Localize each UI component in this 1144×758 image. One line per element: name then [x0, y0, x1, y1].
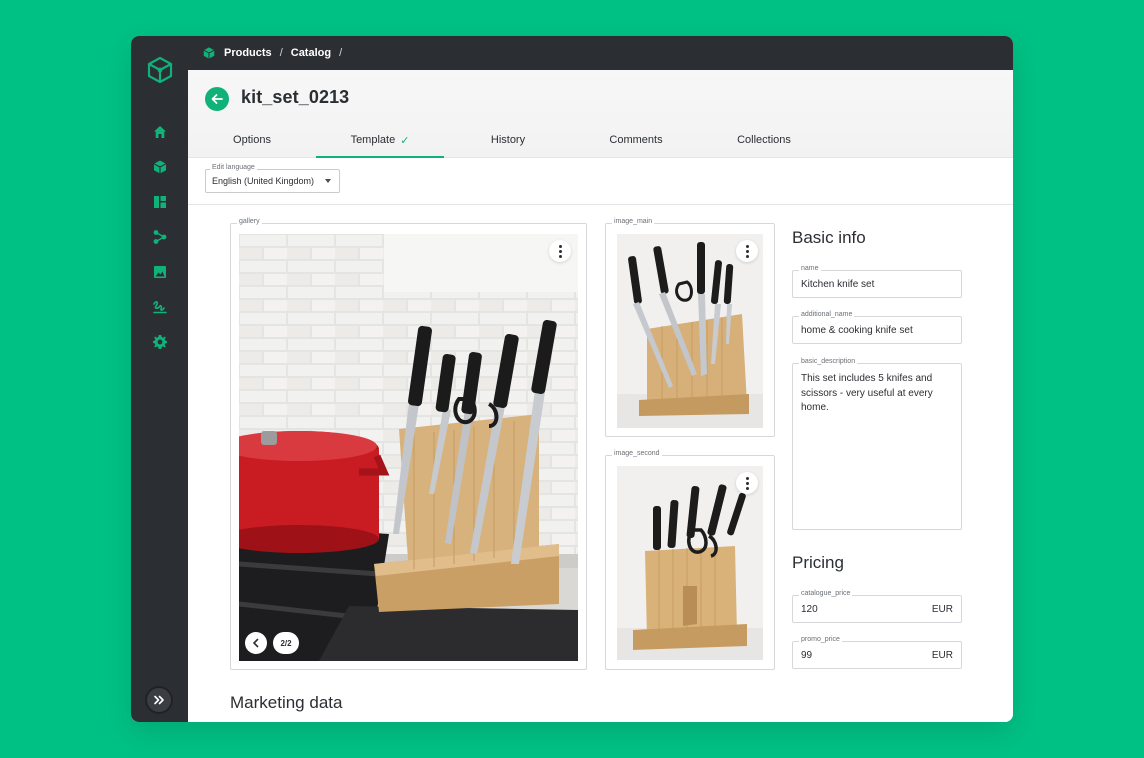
sidebar	[131, 36, 188, 722]
basic-description-field-value: This set includes 5 knifes and scissors …	[801, 373, 933, 413]
knife-set-photo	[239, 234, 578, 661]
sidebar-item-products[interactable]	[131, 149, 188, 184]
breadcrumb-separator: /	[279, 47, 283, 59]
additional-name-field[interactable]: additional_name home & cooking knife set	[792, 311, 962, 344]
language-select-label: Edit language	[210, 164, 257, 171]
product-cube-icon	[153, 160, 166, 173]
marketing-data-heading: Marketing data	[230, 693, 343, 712]
basic-info-heading: Basic info	[792, 228, 866, 247]
tab-label: Template	[350, 134, 396, 146]
catalogue-price-field[interactable]: catalogue_price 120 EUR	[792, 590, 962, 623]
tab-label: History	[490, 134, 526, 146]
gallery-more-button[interactable]	[549, 240, 571, 262]
tab-bar: Options Template ✓ History Comments Colle…	[188, 122, 1013, 158]
promo-price-currency: EUR	[931, 650, 953, 661]
catalogue-price-label: catalogue_price	[799, 590, 853, 597]
promo-price-value: 99	[801, 650, 813, 661]
dashboard-icon	[153, 195, 166, 208]
image-main-legend: image_main	[612, 218, 655, 225]
image-main-more-button[interactable]	[736, 240, 758, 262]
catalogue-price-value: 120	[801, 604, 818, 615]
additional-name-field-label: additional_name	[799, 311, 855, 318]
breadcrumb-separator: /	[339, 47, 343, 59]
sidebar-item-home[interactable]	[131, 114, 188, 149]
sidebar-item-signature[interactable]	[131, 289, 188, 324]
knife-block-photo	[617, 234, 763, 428]
sidebar-expand-button[interactable]	[147, 688, 171, 712]
sidebar-item-settings[interactable]	[131, 324, 188, 359]
breadcrumb: Products / Catalog /	[188, 36, 1013, 70]
pricing-heading: Pricing	[792, 553, 844, 572]
gallery-fieldset: gallery 2/2	[230, 218, 587, 670]
tab-template[interactable]: Template ✓	[316, 122, 444, 158]
name-field-value: Kitchen knife set	[801, 279, 875, 290]
template-content: gallery 2/2 image_main image_second Basi…	[188, 206, 1013, 722]
tab-label: Comments	[609, 134, 663, 146]
product-cube-icon	[203, 47, 215, 59]
image-main[interactable]	[617, 234, 763, 428]
breadcrumb-item-products[interactable]: Products	[224, 47, 272, 59]
settings-gear-icon	[152, 334, 167, 349]
tab-label: Options	[233, 134, 271, 146]
language-select[interactable]: Edit language English (United Kingdom)	[205, 164, 340, 193]
tab-history[interactable]: History	[444, 122, 572, 158]
chevron-left-icon	[253, 638, 259, 648]
language-bar: Edit language English (United Kingdom)	[188, 158, 1013, 205]
gallery-counter: 2/2	[273, 632, 299, 654]
image-main-fieldset: image_main	[605, 218, 775, 437]
sidebar-item-workflow[interactable]	[131, 219, 188, 254]
tab-comments[interactable]: Comments	[572, 122, 700, 158]
back-button[interactable]	[205, 87, 229, 111]
app-window: Products / Catalog / kit_set_0213 Option…	[131, 36, 1013, 722]
sidebar-nav	[131, 114, 188, 359]
image-icon	[153, 265, 166, 278]
tab-label: Collections	[737, 134, 791, 146]
promo-price-label: promo_price	[799, 636, 842, 643]
arrow-left-icon	[211, 94, 223, 104]
gallery-legend: gallery	[237, 218, 262, 225]
tab-options[interactable]: Options	[188, 122, 316, 158]
caret-down-icon	[325, 179, 331, 183]
app-logo-icon[interactable]	[146, 56, 174, 84]
double-chevron-right-icon	[154, 695, 164, 705]
sidebar-item-media[interactable]	[131, 254, 188, 289]
gallery-prev-button[interactable]	[245, 632, 267, 654]
image-second-legend: image_second	[612, 450, 662, 457]
image-second-more-button[interactable]	[736, 472, 758, 494]
workflow-icon	[153, 229, 166, 244]
page-title: kit_set_0213	[241, 87, 350, 107]
catalogue-price-currency: EUR	[931, 604, 953, 615]
home-icon	[153, 125, 166, 138]
gallery-image[interactable]	[239, 234, 578, 661]
basic-description-field-label: basic_description	[799, 358, 858, 365]
basic-description-field[interactable]: basic_description This set includes 5 kn…	[792, 358, 962, 530]
knife-block-photo	[617, 466, 763, 660]
name-field[interactable]: name Kitchen knife set	[792, 265, 962, 298]
check-icon: ✓	[400, 134, 410, 147]
breadcrumb-item-catalog[interactable]: Catalog	[291, 47, 331, 59]
additional-name-field-value: home & cooking knife set	[801, 325, 913, 336]
signature-icon	[152, 300, 167, 313]
sidebar-item-dashboard[interactable]	[131, 184, 188, 219]
name-field-label: name	[799, 265, 821, 272]
language-select-value: English (United Kingdom)	[212, 176, 315, 186]
promo-price-field[interactable]: promo_price 99 EUR	[792, 636, 962, 669]
page-header: kit_set_0213 Options Template ✓ History C…	[188, 70, 1013, 158]
image-second[interactable]	[617, 466, 763, 660]
tab-collections[interactable]: Collections	[700, 122, 828, 158]
image-second-fieldset: image_second	[605, 450, 775, 670]
